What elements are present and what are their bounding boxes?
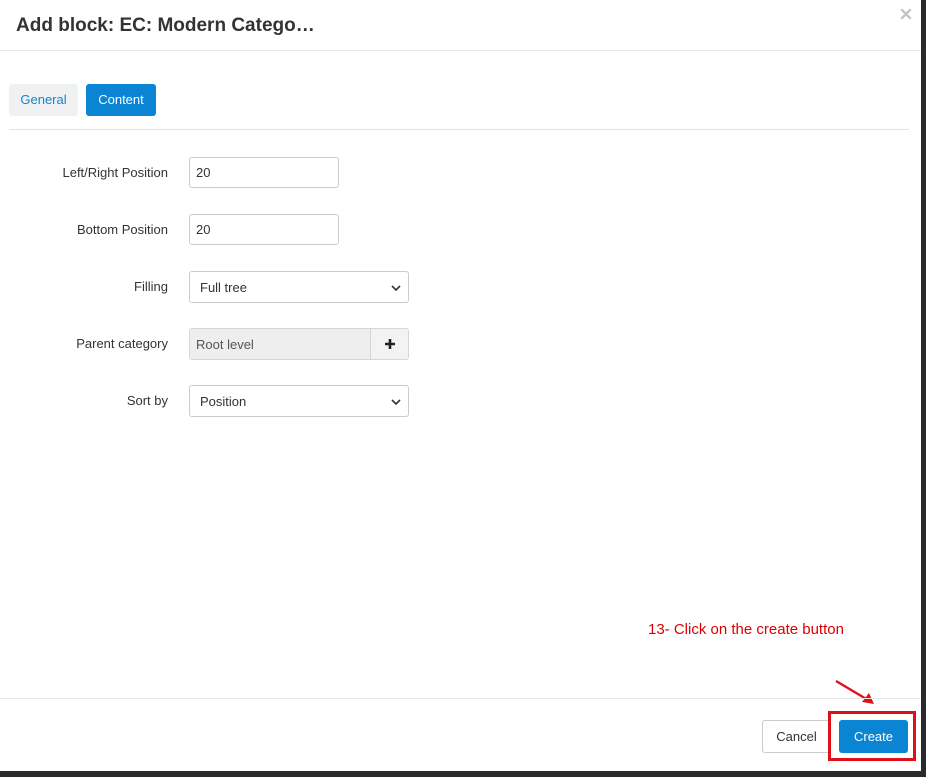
tab-content[interactable]: Content xyxy=(86,84,156,116)
add-block-dialog: Add block: EC: Modern Catego… General Co… xyxy=(0,0,921,771)
close-button[interactable] xyxy=(898,6,914,22)
left-right-position-label: Left/Right Position xyxy=(62,165,168,180)
chevron-down-icon xyxy=(391,285,401,292)
form-row-sort-by: Sort by Position xyxy=(0,385,921,417)
create-button[interactable]: Create xyxy=(839,720,908,753)
parent-category-picker: Root level xyxy=(189,328,409,360)
plus-icon xyxy=(385,339,395,349)
sort-by-select[interactable]: Position xyxy=(189,385,409,417)
tab-general[interactable]: General xyxy=(9,84,78,116)
parent-category-label: Parent category xyxy=(76,336,168,351)
bottom-position-label: Bottom Position xyxy=(76,222,168,237)
sort-by-label: Sort by xyxy=(126,393,168,408)
bottom-position-input[interactable] xyxy=(189,214,339,245)
filling-label: Filling xyxy=(134,279,168,294)
add-category-button[interactable] xyxy=(370,329,408,359)
sort-by-select-value: Position xyxy=(200,394,247,409)
tab-bar: General Content xyxy=(9,84,909,130)
close-icon xyxy=(900,8,912,20)
form-row-bottom-position: Bottom Position xyxy=(0,214,921,246)
filling-select-value: Full tree xyxy=(200,280,247,295)
cancel-button[interactable]: Cancel xyxy=(762,720,831,753)
dialog-footer: Cancel Create xyxy=(0,698,921,771)
tutorial-annotation: 13- Click on the create button xyxy=(648,621,844,638)
form-row-parent-category: Parent category Root level xyxy=(0,328,921,360)
chevron-down-icon xyxy=(391,399,401,406)
filling-select[interactable]: Full tree xyxy=(189,271,409,303)
form-row-filling: Filling Full tree xyxy=(0,271,921,303)
parent-category-value: Root level xyxy=(190,329,370,359)
dialog-header: Add block: EC: Modern Catego… xyxy=(0,0,921,51)
dialog-title: Add block: EC: Modern Catego… xyxy=(16,15,315,36)
left-right-position-input[interactable] xyxy=(189,157,339,188)
form-row-left-right-position: Left/Right Position xyxy=(0,157,921,189)
